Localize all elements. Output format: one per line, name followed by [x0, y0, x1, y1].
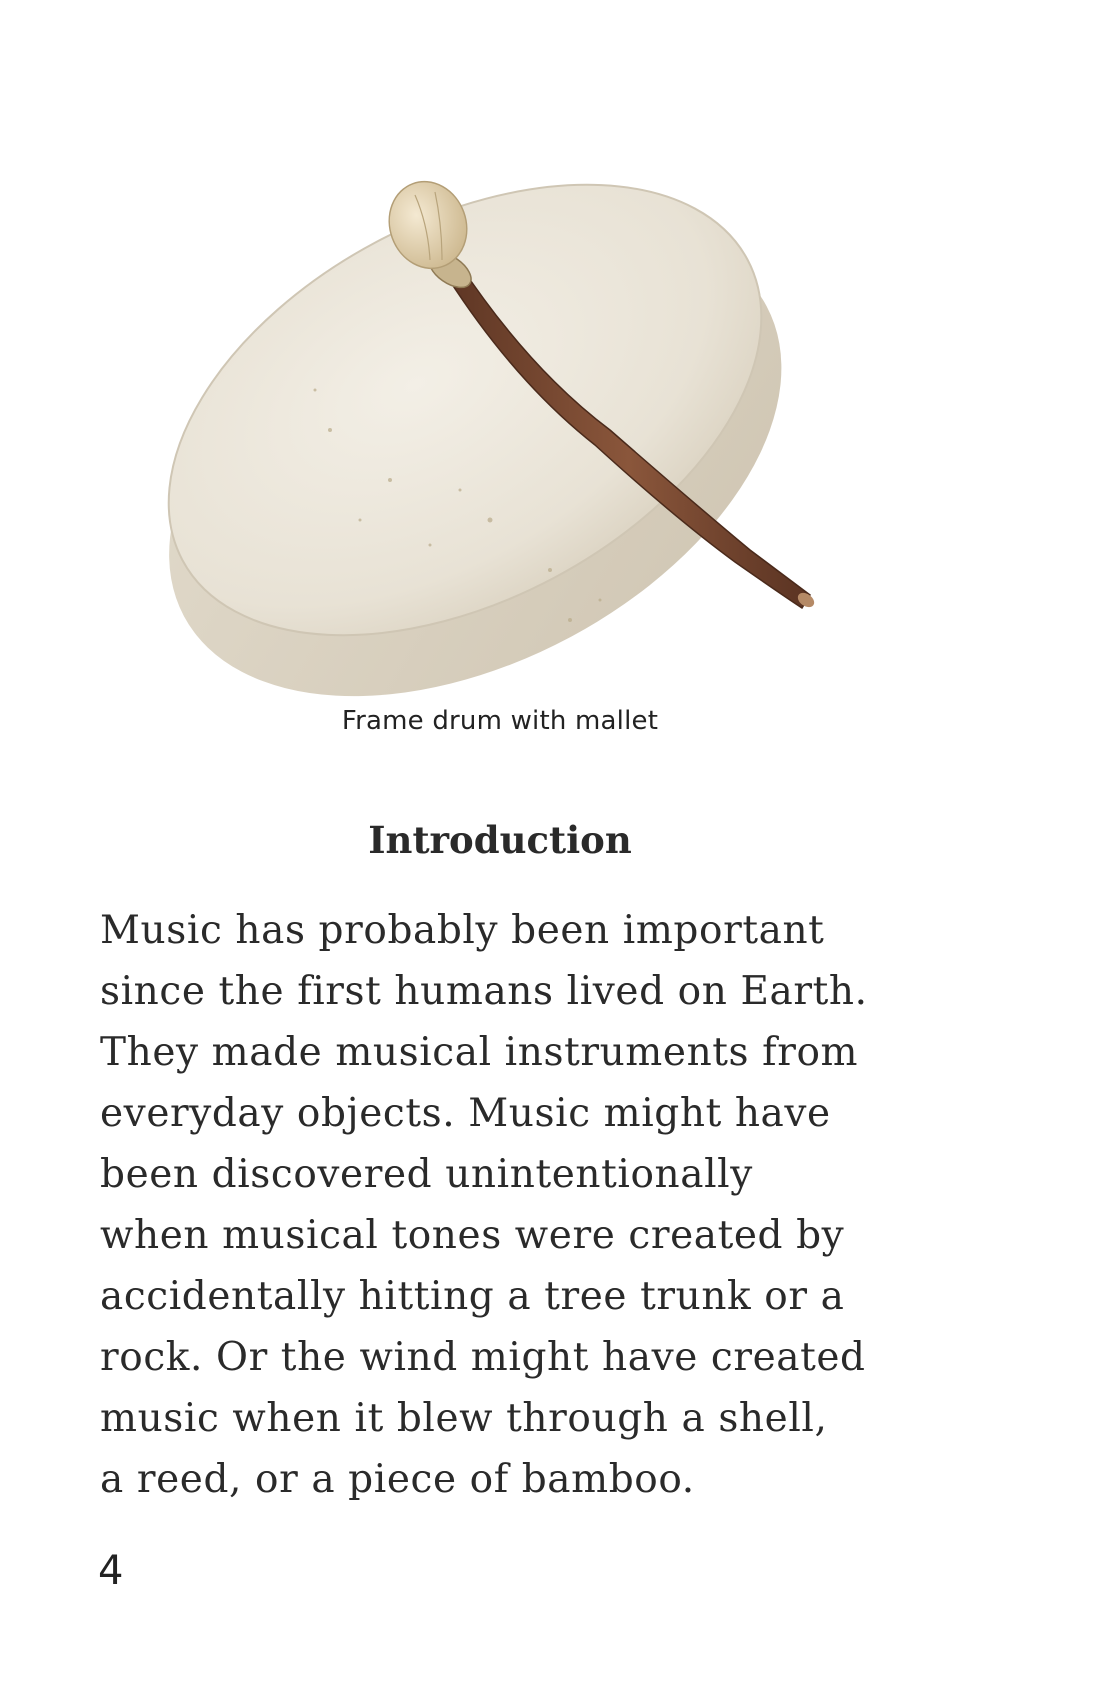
- frame-drum-with-mallet-illustration: [167, 180, 815, 697]
- text-line: Music has probably been important: [100, 908, 825, 953]
- text-line: been discovered unintentionally: [100, 1152, 753, 1197]
- drum-body: [167, 183, 782, 697]
- text-line: everyday objects. Music might have: [100, 1091, 831, 1136]
- text-line: accidentally hitting a tree trunk or a: [100, 1274, 845, 1319]
- book-page: Frame drum with mallet Introduction Musi…: [0, 0, 1100, 1700]
- text-line: since the first humans lived on Earth.: [100, 969, 868, 1014]
- page-number: 4: [98, 1548, 124, 1594]
- text-line: rock. Or the wind might have created: [100, 1335, 866, 1380]
- section-heading: Introduction: [368, 818, 632, 862]
- figure-caption: Frame drum with mallet: [341, 706, 659, 736]
- text-line: a reed, or a piece of bamboo.: [100, 1457, 695, 1502]
- text-line: They made musical instruments from: [100, 1030, 859, 1075]
- text-line: music when it blew through a shell,: [100, 1396, 828, 1441]
- text-line: when musical tones were created by: [100, 1213, 845, 1258]
- body-paragraph: Music has probably been important since …: [100, 900, 1000, 1510]
- frame-drum-photo: [130, 100, 890, 700]
